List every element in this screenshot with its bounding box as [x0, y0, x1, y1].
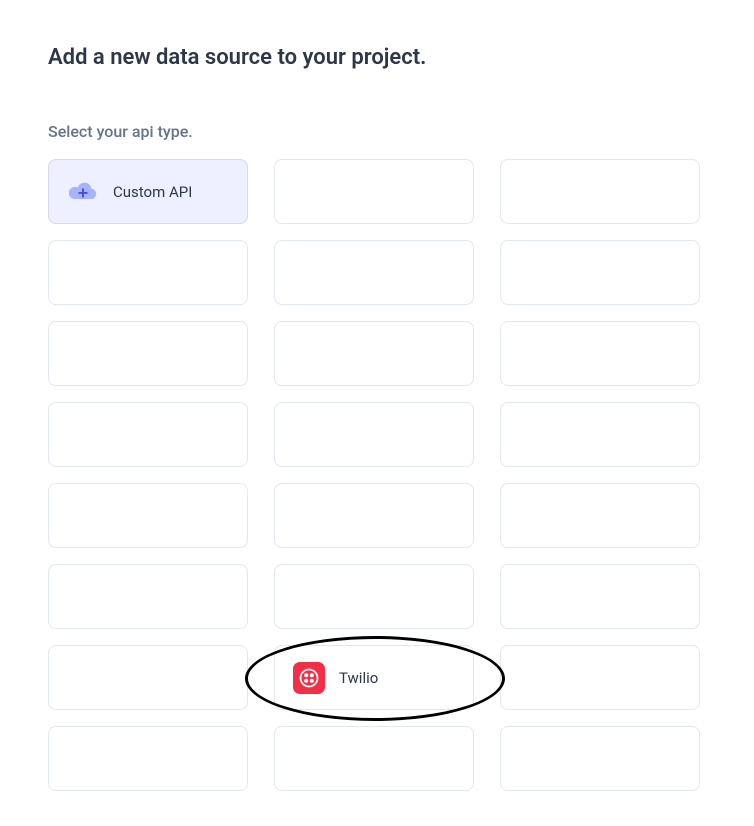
api-option-9[interactable]	[48, 402, 248, 467]
api-option-custom-api[interactable]: Custom API	[48, 159, 248, 224]
api-option-7[interactable]	[274, 321, 474, 386]
api-option-16[interactable]	[274, 564, 474, 629]
cloud-plus-icon	[67, 176, 99, 208]
api-option-3[interactable]	[48, 240, 248, 305]
api-option-4[interactable]	[274, 240, 474, 305]
api-options-grid: Custom API Twilio	[48, 159, 706, 791]
api-option-23[interactable]	[500, 726, 700, 791]
api-option-twilio[interactable]: Twilio	[274, 645, 474, 710]
api-option-21[interactable]	[48, 726, 248, 791]
api-option-5[interactable]	[500, 240, 700, 305]
api-option-22[interactable]	[274, 726, 474, 791]
api-option-11[interactable]	[500, 402, 700, 467]
api-option-label: Custom API	[113, 183, 192, 201]
api-option-17[interactable]	[500, 564, 700, 629]
api-option-1[interactable]	[274, 159, 474, 224]
api-option-6[interactable]	[48, 321, 248, 386]
api-option-13[interactable]	[274, 483, 474, 548]
api-option-14[interactable]	[500, 483, 700, 548]
api-option-15[interactable]	[48, 564, 248, 629]
api-option-12[interactable]	[48, 483, 248, 548]
api-option-8[interactable]	[500, 321, 700, 386]
twilio-icon	[293, 662, 325, 694]
api-option-2[interactable]	[500, 159, 700, 224]
api-type-subtitle: Select your api type.	[48, 122, 706, 141]
api-option-20[interactable]	[500, 645, 700, 710]
api-option-label: Twilio	[339, 669, 378, 687]
api-option-10[interactable]	[274, 402, 474, 467]
api-option-18[interactable]	[48, 645, 248, 710]
page-title: Add a new data source to your project.	[48, 45, 706, 70]
